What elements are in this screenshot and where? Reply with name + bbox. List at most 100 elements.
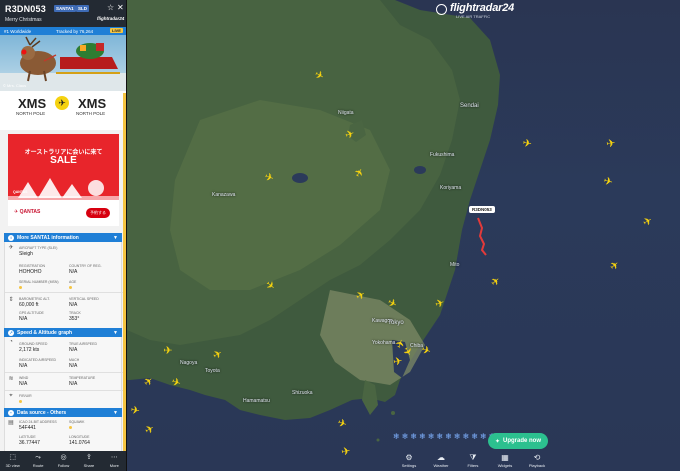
divider <box>5 292 123 293</box>
source-row: ▤ ICAO 24-BIT ADDRESS 54F441 SQUAWK LATI… <box>5 417 123 451</box>
more-button[interactable]: ⋯ More <box>102 451 126 471</box>
speed-graph-section-header[interactable]: ↗ Speed & Altitude graph ▼ <box>4 328 122 337</box>
chevron-down-icon: ▼ <box>113 329 118 336</box>
playback-button[interactable]: ⟲ Playback <box>522 453 552 471</box>
detail-value: N/A <box>19 381 28 387</box>
detail-value: Sleigh <box>19 251 33 257</box>
detail-value: N/A <box>19 363 28 369</box>
detail-value: N/A <box>69 302 78 308</box>
detail-value: 2,172 kts <box>19 347 40 353</box>
route-info: XMS NORTH POLE ✈ XMS NORTH POLE <box>0 91 126 130</box>
detail-key: LONGITUDE <box>69 435 90 439</box>
widgets-button[interactable]: ▦ Widgets <box>490 453 520 471</box>
graph-icon: ↗ <box>8 329 14 336</box>
detail-value: HOHOHO <box>19 269 42 275</box>
nav-label: 3D view <box>5 463 20 468</box>
route-button[interactable]: ⤳ Route <box>25 451 50 471</box>
panel-header: R3DN053 SANTA1 SLD ☆ ✕ Merry Christmas f… <box>0 0 126 27</box>
detail-value: 36.77447 <box>19 440 40 446</box>
follow-icon: ◎ <box>60 454 67 461</box>
weather-row: ≋ WIND N/A TEMPERATURE N/A <box>5 373 123 389</box>
speed-row: ◔ GROUND SPEED 2,172 kts TRUE AIRSPEED N… <box>5 337 123 371</box>
ad-cta-button[interactable]: 予約する <box>86 208 110 218</box>
nav-label: Follow <box>57 463 70 468</box>
section-title: Speed & Altitude graph <box>17 329 73 336</box>
playback-icon: ⟲ <box>533 453 541 462</box>
detail-key: COUNTRY OF REG. <box>69 264 102 268</box>
tool-label: Filters <box>467 463 479 468</box>
altitude-icon: ⇕ <box>8 297 14 303</box>
data-source-section-header[interactable]: ⌁ Data source - Others ▼ <box>4 408 122 417</box>
radar-icon: ⌖ <box>9 393 13 399</box>
detail-key: LATITUDE <box>19 435 36 439</box>
weather-button[interactable]: ☁ Weather <box>426 453 456 471</box>
detail-value: N/A <box>69 347 78 353</box>
filters-button[interactable]: ⧩ Filters <box>458 453 488 471</box>
ad-brand-small: QANTAS <box>13 190 28 194</box>
brand-text: flightradar24 <box>97 16 125 21</box>
detail-key: SERIAL NUMBER (MSN) <box>19 280 59 284</box>
flight-details-panel: R3DN053 SANTA1 SLD ☆ ✕ Merry Christmas f… <box>0 0 127 471</box>
snowflake-decoration: ❄❄❄❄❄❄❄❄❄❄❄❄ <box>393 432 498 441</box>
info-icon: i <box>8 234 14 241</box>
tracking-bar: #1 Worldwide Tracked by 76,264 LIVE <box>0 27 126 35</box>
nav-label: Share <box>83 463 95 468</box>
detail-value: N/A <box>69 381 78 387</box>
fir-row: ⌖ FIR/UIR <box>5 391 123 408</box>
section-title: Data source - Others <box>17 409 67 416</box>
locked-dot <box>19 286 22 289</box>
chevron-down-icon: ▼ <box>113 409 118 416</box>
tool-label: Widgets <box>497 463 513 468</box>
upgrade-label: Upgrade now <box>503 438 542 444</box>
share-button[interactable]: ⇪ Share <box>76 451 101 471</box>
more-info-section-header[interactable]: i More SANTA1 information ▼ <box>4 233 122 242</box>
detail-key: GROUND SPEED <box>19 342 48 346</box>
aircraft-type-icon: ✈ <box>8 245 14 251</box>
detail-value: 60,000 ft <box>19 302 39 308</box>
advertisement-banner[interactable]: オーストラリアに会いに来て SALE QANTAS ✈ QANTAS 予約する <box>8 134 119 226</box>
ad-sale-text: SALE <box>50 155 77 166</box>
detail-key: TRACK <box>69 311 81 315</box>
upgrade-button[interactable]: ✦ Upgrade now <box>488 433 548 449</box>
follow-button[interactable]: ◎ Follow <box>51 451 76 471</box>
weather-icon: ☁ <box>437 453 445 462</box>
tool-label: Weather <box>433 463 449 468</box>
detail-key: WIND <box>19 376 29 380</box>
altitude-row: ⇕ BAROMETRIC ALT. 60,000 ft VERTICAL SPE… <box>5 294 123 328</box>
aircraft-details: ✈ AIRCRAFT TYPE (SLEI) Sleigh REGISTRATI… <box>4 242 123 328</box>
panel-scrollbar[interactable] <box>123 93 126 453</box>
flight-subtitle: Merry Christmas <box>5 17 42 23</box>
share-icon: ⇪ <box>85 454 92 461</box>
locked-dot <box>69 286 72 289</box>
nav-label: Route <box>32 463 44 468</box>
aircraft-row: ✈ AIRCRAFT TYPE (SLEI) Sleigh REGISTRATI… <box>5 242 123 289</box>
settings-button[interactable]: ⚙ Settings <box>394 453 424 471</box>
detail-key: TEMPERATURE <box>69 376 96 380</box>
speedometer-icon: ◔ <box>9 339 13 345</box>
star-icon: ✦ <box>494 438 500 445</box>
more-icon: ⋯ <box>110 454 118 461</box>
airplane-icon: ✈ <box>55 96 69 110</box>
map-toolbar: ⚙ Settings ☁ Weather ⧩ Filters ▦ Widgets… <box>394 453 552 471</box>
close-icon[interactable]: ✕ <box>117 3 124 12</box>
destination-place: NORTH POLE <box>76 111 106 116</box>
tool-label: Settings <box>401 463 417 468</box>
speed-details: ◔ GROUND SPEED 2,172 kts TRUE AIRSPEED N… <box>4 337 123 408</box>
detail-key: REGISTRATION <box>19 264 45 268</box>
antenna-icon: ⌁ <box>8 409 14 416</box>
star-icon[interactable]: ☆ <box>107 3 114 12</box>
detail-key: MACH <box>69 358 80 362</box>
detail-key: FIR/UIR <box>19 394 32 398</box>
3d-view-button[interactable]: ⬚ 3D view <box>0 451 25 471</box>
selected-flight-label[interactable]: R3DN053 <box>469 206 495 213</box>
detail-key: AGE <box>69 280 77 284</box>
detail-key: INDICATED AIRSPEED <box>19 358 57 362</box>
destination-code: XMS <box>78 96 107 111</box>
detail-value: N/A <box>69 363 78 369</box>
chevron-down-icon: ▼ <box>113 234 118 241</box>
filter-icon: ⧩ <box>469 453 477 462</box>
qantas-logo: ✈ QANTAS <box>14 209 41 215</box>
aircraft-photo[interactable]: © Mrs. Claus <box>0 35 126 91</box>
detail-value: N/A <box>69 269 78 275</box>
flight-number-tag: SANTA1 <box>54 5 76 12</box>
